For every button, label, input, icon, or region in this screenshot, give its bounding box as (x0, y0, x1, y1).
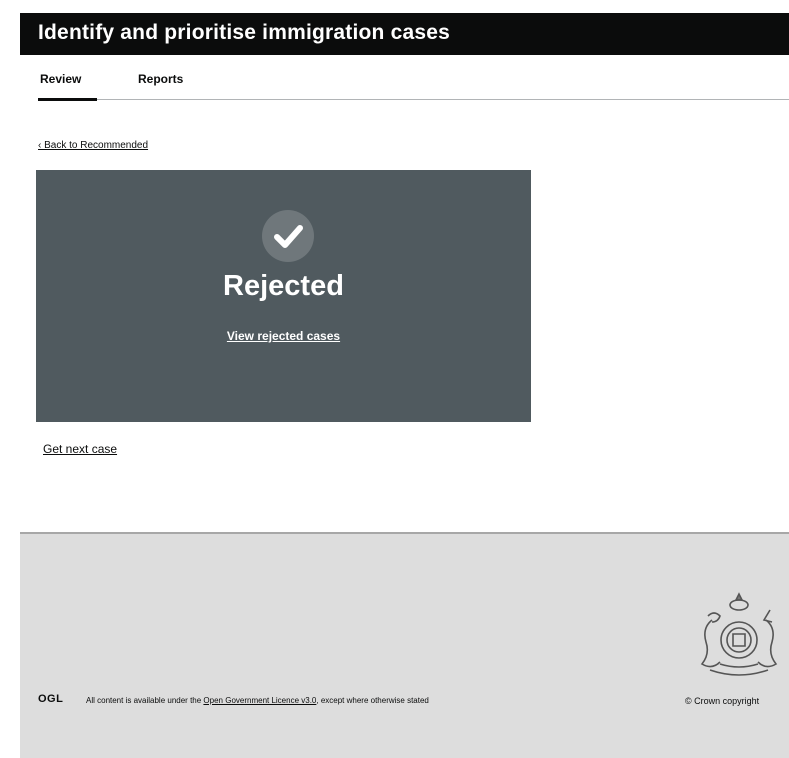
footer (20, 532, 789, 758)
open-government-licence-link[interactable]: Open Government Licence v3.0 (203, 696, 316, 705)
view-rejected-cases-link[interactable]: View rejected cases (227, 329, 340, 343)
app-title: Identify and prioritise immigration case… (38, 21, 450, 44)
tab-review[interactable]: Review (40, 72, 81, 86)
check-icon (262, 210, 314, 262)
crown-copyright: © Crown copyright (685, 696, 760, 706)
back-to-recommended-link[interactable]: ‹ Back to Recommended (38, 140, 148, 151)
get-next-case-link[interactable]: Get next case (43, 442, 117, 456)
licence-prefix: All content is available under the (86, 696, 202, 705)
licence-text: All content is available under the Open … (86, 696, 429, 705)
licence-suffix: , except where otherwise stated (316, 696, 429, 705)
royal-coat-of-arms-icon (700, 592, 778, 676)
panel-title: Rejected (223, 270, 344, 302)
tab-reports[interactable]: Reports (138, 72, 183, 86)
app-header: Identify and prioritise immigration case… (20, 13, 789, 55)
tab-bar: Review Reports (38, 60, 789, 101)
ogl-logo: OGL (38, 693, 64, 705)
active-tab-indicator (38, 98, 97, 101)
